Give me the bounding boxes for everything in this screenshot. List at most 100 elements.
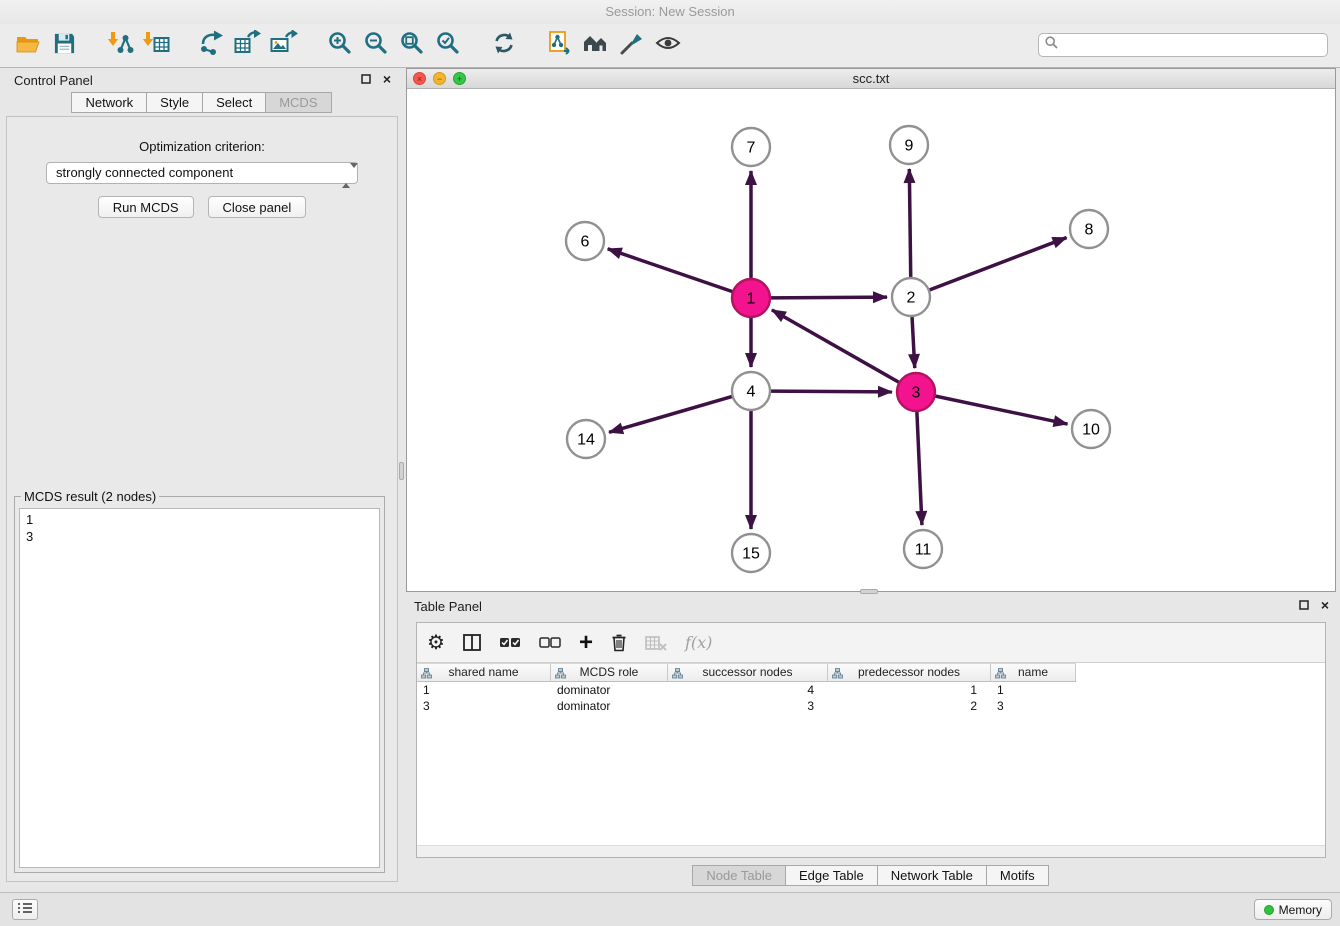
dropdown-stepper-icon bbox=[342, 166, 352, 186]
zoom-out-button[interactable] bbox=[358, 29, 394, 63]
graph-edge-1-6[interactable] bbox=[608, 249, 732, 292]
search-input[interactable] bbox=[1063, 38, 1321, 53]
column-header-successor-nodes[interactable]: successor nodes bbox=[668, 663, 828, 682]
node-table-container: ⚙ + bbox=[416, 622, 1326, 858]
close-panel-icon[interactable]: × bbox=[380, 72, 394, 86]
graph-node-10[interactable]: 10 bbox=[1072, 410, 1110, 448]
home-layout-button[interactable] bbox=[578, 29, 614, 63]
graph-edge-4-14[interactable] bbox=[609, 397, 732, 433]
svg-text:6: 6 bbox=[581, 234, 590, 251]
tab-network[interactable]: Network bbox=[71, 92, 147, 113]
graph-node-1[interactable]: 1 bbox=[732, 279, 770, 317]
graph-node-8[interactable]: 8 bbox=[1070, 210, 1108, 248]
horizontal-splitter-handle[interactable] bbox=[860, 589, 878, 594]
zoom-out-icon bbox=[364, 31, 388, 60]
sort-icon[interactable] bbox=[421, 667, 432, 684]
apply-style-button[interactable] bbox=[614, 29, 650, 63]
select-all-columns-icon[interactable] bbox=[499, 630, 521, 656]
graph-edge-2-8[interactable] bbox=[930, 238, 1067, 290]
graph-edge-3-11[interactable] bbox=[917, 412, 922, 525]
graph-node-14[interactable]: 14 bbox=[567, 420, 605, 458]
import-table-button[interactable] bbox=[138, 29, 174, 63]
graph-node-11[interactable]: 11 bbox=[904, 530, 942, 568]
tab-motifs[interactable]: Motifs bbox=[986, 865, 1049, 886]
optimization-criterion-select[interactable]: strongly connected component bbox=[46, 162, 358, 184]
float-panel-icon[interactable] bbox=[359, 72, 373, 86]
table-cell: 3 bbox=[991, 698, 1076, 714]
export-table-button[interactable] bbox=[230, 29, 266, 63]
column-header-name[interactable]: name bbox=[991, 663, 1076, 682]
run-mcds-button[interactable]: Run MCDS bbox=[98, 196, 194, 218]
table-row[interactable]: 3dominator323 bbox=[417, 698, 1325, 714]
zoom-window-button[interactable]: + bbox=[453, 72, 466, 85]
import-network-icon bbox=[106, 30, 134, 61]
optimization-criterion-label: Optimization criterion: bbox=[7, 139, 397, 154]
open-session-button[interactable] bbox=[10, 29, 46, 63]
export-image-button[interactable] bbox=[266, 29, 302, 63]
zoom-fit-icon bbox=[400, 31, 424, 60]
float-table-panel-icon[interactable] bbox=[1297, 598, 1311, 612]
tab-network-table[interactable]: Network Table bbox=[877, 865, 987, 886]
graph-edge-3-10[interactable] bbox=[936, 396, 1068, 424]
svg-text:15: 15 bbox=[742, 546, 760, 563]
graph-node-3[interactable]: 3 bbox=[897, 373, 935, 411]
zoom-fit-button[interactable] bbox=[394, 29, 430, 63]
show-columns-icon[interactable] bbox=[463, 630, 481, 656]
close-panel-button[interactable]: Close panel bbox=[208, 196, 307, 218]
mcds-result-list[interactable]: 13 bbox=[19, 508, 380, 868]
save-session-button[interactable] bbox=[46, 29, 82, 63]
task-history-button[interactable] bbox=[12, 899, 38, 920]
refresh-view-button[interactable] bbox=[486, 29, 522, 63]
graph-node-2[interactable]: 2 bbox=[892, 278, 930, 316]
tab-edge-table[interactable]: Edge Table bbox=[785, 865, 878, 886]
result-line: 3 bbox=[26, 528, 373, 545]
svg-text:1: 1 bbox=[747, 291, 756, 308]
tab-select[interactable]: Select bbox=[202, 92, 266, 113]
sort-icon[interactable] bbox=[995, 667, 1006, 684]
tab-style[interactable]: Style bbox=[146, 92, 203, 113]
add-column-icon[interactable]: + bbox=[579, 630, 593, 656]
minimize-window-button[interactable]: − bbox=[433, 72, 446, 85]
export-network-button[interactable] bbox=[194, 29, 230, 63]
graph-edge-2-9[interactable] bbox=[909, 169, 910, 277]
memory-button[interactable]: Memory bbox=[1254, 899, 1332, 920]
column-header-predecessor-nodes[interactable]: predecessor nodes bbox=[828, 663, 991, 682]
graph-node-9[interactable]: 9 bbox=[890, 126, 928, 164]
delete-column-icon[interactable] bbox=[611, 630, 627, 656]
graph-edge-1-2[interactable] bbox=[771, 297, 887, 298]
close-window-button[interactable]: × bbox=[413, 72, 426, 85]
sort-icon[interactable] bbox=[832, 667, 843, 684]
unselect-all-columns-icon[interactable] bbox=[539, 630, 561, 656]
clone-network-button[interactable] bbox=[542, 29, 578, 63]
column-header-shared-name[interactable]: shared name bbox=[417, 663, 551, 682]
graph-edge-2-3[interactable] bbox=[912, 317, 915, 368]
table-horizontal-scrollbar[interactable] bbox=[417, 845, 1325, 857]
tab-mcds[interactable]: MCDS bbox=[265, 92, 331, 113]
tab-node-table[interactable]: Node Table bbox=[692, 865, 786, 886]
graph-node-4[interactable]: 4 bbox=[732, 372, 770, 410]
network-view-window: × − + scc.txt 7968124314101511 bbox=[406, 68, 1336, 592]
mcds-result-group: MCDS result (2 nodes) 13 bbox=[14, 489, 385, 873]
show-hide-button[interactable] bbox=[650, 29, 686, 63]
zoom-selected-button[interactable] bbox=[430, 29, 466, 63]
vertical-splitter-handle[interactable] bbox=[399, 462, 404, 480]
table-settings-gear-icon[interactable]: ⚙ bbox=[427, 630, 445, 656]
sort-icon[interactable] bbox=[672, 667, 683, 684]
table-row[interactable]: 1dominator411 bbox=[417, 682, 1325, 698]
export-table-icon bbox=[234, 30, 262, 61]
window-title: Session: New Session bbox=[605, 4, 734, 19]
graph-edge-4-3[interactable] bbox=[771, 391, 892, 392]
zoom-in-button[interactable] bbox=[322, 29, 358, 63]
table-cell: 2 bbox=[828, 698, 991, 714]
import-network-button[interactable] bbox=[102, 29, 138, 63]
search-field[interactable] bbox=[1038, 33, 1328, 57]
close-table-panel-icon[interactable]: × bbox=[1318, 598, 1332, 612]
column-header-mcds-role[interactable]: MCDS role bbox=[551, 663, 668, 682]
graph-node-15[interactable]: 15 bbox=[732, 534, 770, 572]
network-canvas[interactable]: 7 9 6 8 1 2 4 3 14 10 15 11 bbox=[407, 89, 1335, 591]
graph-node-7[interactable]: 7 bbox=[732, 128, 770, 166]
sort-icon[interactable] bbox=[555, 667, 566, 684]
graph-edge-3-1[interactable] bbox=[772, 310, 899, 382]
graph-node-6[interactable]: 6 bbox=[566, 222, 604, 260]
column-header-label: shared name bbox=[448, 665, 518, 679]
